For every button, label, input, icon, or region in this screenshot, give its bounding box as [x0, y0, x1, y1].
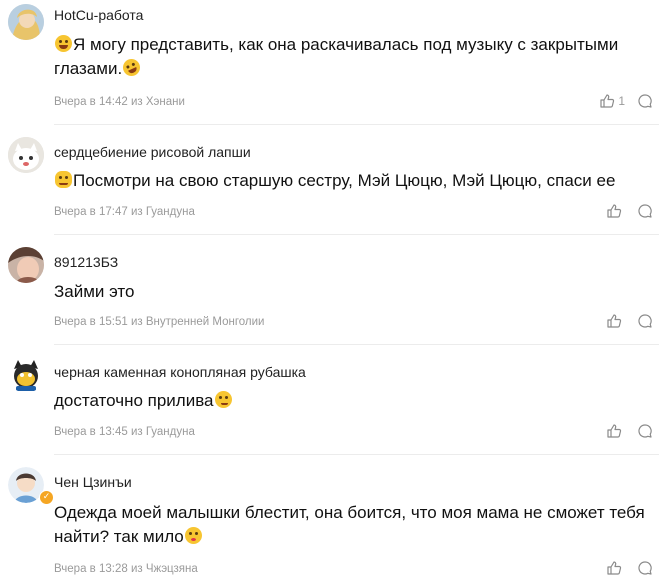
- comment-text: Я могу представить, как она раскачивалас…: [54, 33, 654, 81]
- comment-item: HotCu-работа Я могу представить, как она…: [0, 0, 659, 125]
- comment-author[interactable]: 891213БЗ: [54, 253, 118, 271]
- comment-item: 891213БЗ Займи это Вчера в 15:51 из Внут…: [0, 235, 659, 345]
- comment-item: ✓ Чен Цзинъи Одежда моей малышки блестит…: [0, 455, 659, 585]
- comment-meta: Вчера в 13:45 из Гуандуна: [54, 426, 195, 438]
- comment-body: Займи это: [54, 282, 135, 301]
- like-button[interactable]: [606, 203, 625, 219]
- comment-body: Посмотри на свою старшую сестру, Мэй Цюц…: [73, 171, 616, 190]
- reply-button[interactable]: [637, 560, 653, 581]
- avatar[interactable]: [8, 4, 44, 40]
- like-button[interactable]: [606, 313, 625, 329]
- thumbs-up-icon: [607, 424, 622, 438]
- avatar[interactable]: [8, 357, 44, 393]
- comment-meta: Вчера в 15:51 из Внутренней Монголии: [54, 316, 265, 328]
- reply-button[interactable]: [637, 93, 653, 114]
- comment-item: сердцебиение рисовой лапши Посмотри на с…: [0, 125, 659, 235]
- comment-bubble-icon: [638, 314, 652, 328]
- reply-button[interactable]: [637, 313, 653, 334]
- like-button[interactable]: [606, 560, 625, 576]
- comment-meta: Вчера в 13:28 из Чжэцзяна: [54, 563, 198, 575]
- thumbs-up-icon: [607, 561, 622, 575]
- comment-meta: Вчера в 14:42 из Хэнани: [54, 96, 185, 108]
- comment-text: Посмотри на свою старшую сестру, Мэй Цюц…: [54, 169, 654, 193]
- avatar-image: [8, 247, 44, 283]
- comment-text: Займи это: [54, 280, 654, 304]
- reply-button[interactable]: [637, 203, 653, 224]
- kissing-heart-emoji: [184, 527, 202, 544]
- comment-bubble-icon: [638, 561, 652, 575]
- comment-author[interactable]: черная каменная конопляная рубашка: [54, 363, 306, 381]
- thumbs-up-icon: [607, 204, 622, 218]
- comment-body: Одежда моей малышки блестит, она боится,…: [54, 503, 645, 546]
- comment-bubble-icon: [638, 94, 652, 108]
- comment-item: черная каменная конопляная рубашка доста…: [0, 345, 659, 455]
- avatar-image: [8, 357, 44, 393]
- comment-author[interactable]: Чен Цзинъи: [54, 473, 132, 491]
- comment-list: HotCu-работа Я могу представить, как она…: [0, 0, 659, 585]
- reply-button[interactable]: [637, 423, 653, 444]
- rofl-emoji: [120, 56, 143, 79]
- thumbs-up-icon: [607, 314, 622, 328]
- comment-text: Одежда моей малышки блестит, она боится,…: [54, 501, 654, 549]
- comment-bubble-icon: [638, 204, 652, 218]
- like-button[interactable]: [606, 423, 625, 439]
- cat-face-emoji: [55, 171, 72, 188]
- thinking-emoji: [214, 391, 232, 408]
- comment-meta: Вчера в 17:47 из Гуандуна: [54, 206, 195, 218]
- like-button[interactable]: 1: [599, 93, 625, 109]
- comment-text: достаточно прилива: [54, 389, 654, 413]
- avatar[interactable]: [8, 247, 44, 283]
- comment-body: достаточно прилива: [54, 391, 214, 410]
- avatar-image: [8, 137, 44, 173]
- comment-bubble-icon: [638, 424, 652, 438]
- verified-badge-icon: ✓: [39, 490, 54, 505]
- comment-author[interactable]: сердцебиение рисовой лапши: [54, 143, 251, 161]
- avatar-image: [8, 4, 44, 40]
- comment-author[interactable]: HotCu-работа: [54, 6, 143, 24]
- thumbs-up-icon: [600, 94, 615, 108]
- like-count: 1: [618, 94, 625, 108]
- avatar[interactable]: [8, 137, 44, 173]
- avatar[interactable]: ✓: [8, 467, 54, 505]
- laughing-tears-emoji: [55, 35, 72, 52]
